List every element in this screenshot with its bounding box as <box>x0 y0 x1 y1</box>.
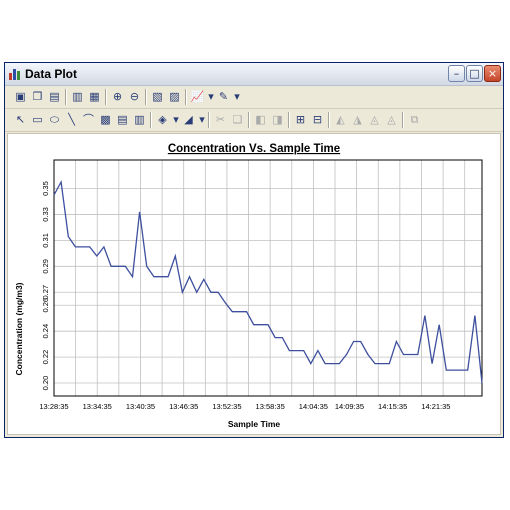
x-axis-ticks: 13:28:35 13:34:35 13:40:35 13:46:35 13:52:35… <box>39 402 450 411</box>
y-tick-label: 0.20 <box>41 376 50 391</box>
print-icon[interactable]: ▦ <box>87 89 102 104</box>
zoom-in-icon[interactable]: ⊕ <box>110 89 125 104</box>
concentration-series-line <box>53 179 483 384</box>
paste-icon[interactable]: ❏ <box>230 112 245 127</box>
x-axis-label: Sample Time <box>228 419 281 429</box>
window-title: Data Plot <box>25 67 78 81</box>
save-icon[interactable]: ▣ <box>13 89 28 104</box>
y-axis-label: Concentration (mg/m3) <box>14 282 24 375</box>
toolbar-separator <box>328 112 330 128</box>
align-right-icon[interactable]: ◬ <box>367 112 382 127</box>
properties-icon[interactable]: ⧉ <box>407 112 422 127</box>
x-tick-label: 13:34:35 <box>83 402 112 411</box>
toolbar-separator <box>185 89 187 105</box>
text-box-icon[interactable]: ▤ <box>115 112 130 127</box>
arc-icon[interactable]: ⌒ <box>81 112 96 127</box>
x-tick-label: 13:46:35 <box>169 402 198 411</box>
pointer-icon[interactable]: ↖ <box>13 112 28 127</box>
y-tick-label: 0.29 <box>41 259 50 274</box>
ellipse-icon[interactable]: ⬭ <box>47 112 62 127</box>
x-tick-label: 13:52:35 <box>212 402 241 411</box>
rectangle-icon[interactable]: ▭ <box>30 112 45 127</box>
fill-color-icon[interactable]: ◈ <box>155 112 170 127</box>
color-palette-icon[interactable]: ✎ <box>216 89 231 104</box>
image-icon[interactable]: ▩ <box>98 112 113 127</box>
align-center-icon[interactable]: ◮ <box>350 112 365 127</box>
bar-chart-app-icon <box>9 69 20 80</box>
line-color-icon[interactable]: ◢ <box>181 112 196 127</box>
x-tick-label: 14:04:35 <box>299 402 328 411</box>
minimize-button[interactable]: – <box>448 65 465 82</box>
y-tick-label: 0.27 <box>41 285 50 300</box>
x-tick-label: 13:58:35 <box>256 402 285 411</box>
fill-color-dropdown-icon[interactable]: ▾ <box>172 112 180 127</box>
data-plot-window: Data Plot – □ × ▣ ❐ ▤ ▥ ▦ ⊕ ⊖ ▧ ▨ 📈 ▾ ✎ ▾ ↖ ▭ ⬭ ╲ ⌒ ▩ ▤ ▥ ◈ ▾… <box>4 62 504 438</box>
toolbar-separator <box>145 89 147 105</box>
chart-type-icon[interactable]: 📈 <box>190 89 205 104</box>
toolbar-separator <box>105 89 107 105</box>
y-tick-label: 0.22 <box>41 350 50 365</box>
data-sheet-icon[interactable]: ▨ <box>167 89 182 104</box>
plot-area: Concentration Vs. Sample Time 0.20 0.22 0.… <box>7 133 501 435</box>
ungroup-icon[interactable]: ⊟ <box>310 112 325 127</box>
x-tick-label: 14:15:35 <box>378 402 407 411</box>
format-icon[interactable]: ▤ <box>47 89 62 104</box>
align-left-icon[interactable]: ◭ <box>333 112 348 127</box>
toolbar-separator <box>288 112 290 128</box>
chart-title: Concentration Vs. Sample Time <box>168 143 340 155</box>
maximize-button[interactable]: □ <box>466 65 483 82</box>
bring-front-icon[interactable]: ◧ <box>253 112 268 127</box>
zoom-out-icon[interactable]: ⊖ <box>127 89 142 104</box>
toolbar-file: ▣ ❐ ▤ ▥ ▦ ⊕ ⊖ ▧ ▨ 📈 ▾ ✎ ▾ <box>5 86 503 109</box>
line-icon[interactable]: ╲ <box>64 112 79 127</box>
plot-frame <box>53 159 483 397</box>
y-axis-ticks: 0.200.220.240.260.270.290.310.330.35 <box>41 181 50 390</box>
cut-icon[interactable]: ✂ <box>213 112 228 127</box>
toolbar-separator <box>248 112 250 128</box>
print-preview-icon[interactable]: ▥ <box>70 89 85 104</box>
y-tick-label: 0.24 <box>41 324 50 339</box>
x-tick-label: 14:09:35 <box>335 402 364 411</box>
toolbar-separator <box>65 89 67 105</box>
copy-icon[interactable]: ❐ <box>30 89 45 104</box>
toolbar-separator <box>208 112 210 128</box>
close-button[interactable]: × <box>484 65 501 82</box>
page-setup-icon[interactable]: ▧ <box>150 89 165 104</box>
title-bar[interactable]: Data Plot – □ × <box>5 63 503 86</box>
group-icon[interactable]: ⊞ <box>293 112 308 127</box>
x-tick-label: 13:28:35 <box>39 402 68 411</box>
chart-type-dropdown-icon[interactable]: ▾ <box>207 89 215 104</box>
note-icon[interactable]: ▥ <box>132 112 147 127</box>
grid-lines <box>53 160 482 396</box>
send-back-icon[interactable]: ◨ <box>270 112 285 127</box>
chart-canvas: Concentration Vs. Sample Time 0.20 0.22 0.… <box>14 143 483 429</box>
align-top-icon[interactable]: ◬ <box>384 112 399 127</box>
y-tick-label: 0.35 <box>41 181 50 196</box>
x-tick-label: 13:40:35 <box>126 402 155 411</box>
color-palette-dropdown-icon[interactable]: ▾ <box>233 89 241 104</box>
line-color-dropdown-icon[interactable]: ▾ <box>198 112 206 127</box>
y-tick-label: 0.31 <box>41 233 50 248</box>
x-tick-label: 14:21:35 <box>421 402 450 411</box>
toolbar-separator <box>402 112 404 128</box>
toolbar-drawing: ↖ ▭ ⬭ ╲ ⌒ ▩ ▤ ▥ ◈ ▾ ◢ ▾ ✂ ❏ ◧ ◨ ⊞ ⊟ ◭ ◮ ◬ ◬ ⧉ <box>5 109 503 132</box>
toolbar-separator <box>150 112 152 128</box>
y-tick-label: 0.33 <box>41 207 50 222</box>
